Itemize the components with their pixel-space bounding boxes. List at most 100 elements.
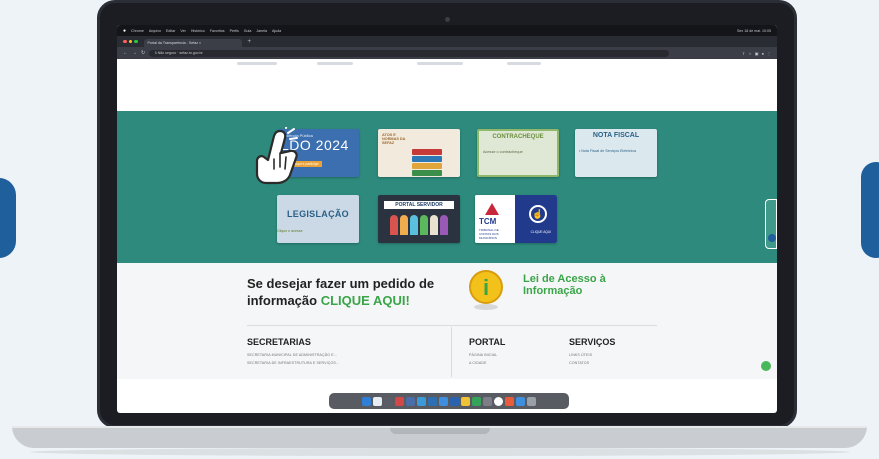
macos-dock — [329, 393, 569, 409]
tab-close-icon[interactable]: × — [199, 41, 201, 45]
toolbar-icons: ⇪ ☆ ▣ ● ⋮ — [742, 51, 771, 56]
menu-chrome[interactable]: Chrome — [131, 29, 144, 33]
information-section: Se desejar fazer um pedido de informação… — [117, 263, 777, 379]
servicos-link[interactable]: LINKS ÚTEIS — [569, 353, 592, 357]
menu-favoritos[interactable]: Favoritos — [210, 29, 225, 33]
close-window-icon[interactable] — [123, 39, 127, 44]
contracheque-title: CONTRACHEQUE — [492, 134, 544, 140]
menu-historico[interactable]: Histórico — [191, 29, 205, 33]
app-icon[interactable] — [516, 396, 525, 406]
menu-editar[interactable]: Editar — [166, 29, 175, 33]
nav-placeholder — [507, 62, 541, 65]
portal-link[interactable]: A CIDADE — [469, 361, 487, 365]
trash-icon[interactable] — [527, 396, 536, 406]
menu-ajuda[interactable]: Ajuda — [272, 29, 281, 33]
share-icon[interactable]: ⇪ — [742, 51, 745, 56]
menu-guia[interactable]: Guia — [244, 29, 252, 33]
macos-menubar: ● Chrome Arquivo Editar Ver Histórico Fa… — [117, 25, 777, 36]
nota-title: NOTA FISCAL — [592, 132, 640, 139]
nav-placeholder — [237, 62, 277, 65]
menu-ver[interactable]: Ver — [180, 29, 185, 33]
pointing-hand-icon — [255, 127, 298, 185]
secretarias-heading: SECRETARIAS — [247, 337, 311, 347]
address-bar[interactable]: ℹ Não seguro · sefaz.to.gov.br — [149, 49, 670, 57]
laptop-lid: ● Chrome Arquivo Editar Ver Histórico Fa… — [97, 0, 797, 428]
nav-placeholder — [417, 62, 463, 65]
menu-janela[interactable]: Janela — [256, 29, 267, 33]
nav-placeholder — [317, 62, 353, 65]
star-icon[interactable]: ☆ — [748, 51, 752, 56]
secretarias-link[interactable]: SECRETARIA MUNICIPAL DE ADMINISTRAÇÃO E.… — [247, 353, 337, 357]
launchpad-icon[interactable] — [373, 396, 382, 406]
app-icon[interactable] — [461, 396, 470, 406]
menu-arquivo[interactable]: Arquivo — [149, 29, 161, 33]
app-icon[interactable] — [483, 396, 492, 406]
books-label: ATOS E NORMAS DA SEFAZ — [382, 133, 406, 145]
chat-icon[interactable] — [761, 361, 771, 371]
app-icon[interactable] — [417, 396, 426, 406]
new-tab-icon[interactable]: + — [248, 39, 252, 45]
chrome-icon[interactable] — [494, 396, 503, 406]
divider — [247, 325, 657, 326]
maximize-window-icon[interactable] — [134, 39, 138, 44]
banner-portal-servidor[interactable]: PORTAL SERVIDOR — [378, 195, 460, 243]
touch-icon: ☝ — [529, 205, 547, 223]
lai-label[interactable]: Lei de Acesso à Informação — [523, 273, 613, 297]
apple-icon[interactable]: ● — [123, 28, 126, 34]
app-icon[interactable] — [428, 396, 437, 406]
portal-heading: PORTAL — [469, 337, 506, 347]
back-icon[interactable]: ← — [123, 50, 128, 56]
browser-toolbar: ← → ↻ ℹ Não seguro · sefaz.to.gov.br ⇪ ☆… — [117, 47, 777, 59]
profile-icon[interactable]: ● — [762, 51, 764, 56]
tcm-left-panel: TCM TRIBUNAL DE CONTAS DOS MUNICÍPIOS — [475, 195, 515, 243]
banner-section: Audiência Pública LDO 2024 Clique aqui e… — [117, 111, 777, 263]
portal-link[interactable]: PÁGINA INICIAL — [469, 353, 497, 357]
laptop-notch — [389, 428, 490, 434]
tcm-right-panel: ☝ CLIQUE AQUI — [515, 195, 557, 243]
secretarias-link[interactable]: SECRETARIA DE INFRAESTRUTURA E SERVIÇOS.… — [247, 361, 339, 365]
servicos-heading: SERVIÇOS — [569, 337, 616, 347]
tcm-cta: CLIQUE AQUI — [530, 230, 551, 234]
info-request-text[interactable]: Se desejar fazer um pedido de informação… — [247, 275, 467, 309]
browser-tab[interactable]: Portal da Transparência - Sefaz × — [143, 39, 242, 47]
banner-atos-normas[interactable]: ATOS E NORMAS DA SEFAZ — [378, 129, 460, 177]
extensions-icon[interactable]: ▣ — [755, 51, 759, 56]
tcm-logo-icon — [485, 203, 499, 215]
nota-subtitle: • Nota Fiscal de Serviços Eletrônica — [579, 149, 636, 153]
background-shape-left — [0, 178, 16, 258]
legislacao-title: LEGISLAÇÃO — [286, 209, 349, 219]
information-glyph: i — [483, 275, 489, 300]
app-icon[interactable] — [505, 396, 514, 406]
webcam — [445, 17, 450, 22]
banner-contracheque[interactable]: CONTRACHEQUE Acesse o contracheque — [477, 129, 559, 177]
banner-legislacao[interactable]: LEGISLAÇÃO Clique e acesse — [277, 195, 359, 243]
information-icon[interactable]: i — [467, 269, 505, 311]
accessibility-tab[interactable] — [765, 199, 777, 249]
minimize-window-icon[interactable] — [128, 39, 132, 44]
app-icon[interactable] — [439, 396, 448, 406]
app-icon[interactable] — [472, 396, 481, 406]
menu-perfis[interactable]: Perfis — [230, 29, 239, 33]
book-shape — [412, 156, 442, 162]
app-icon[interactable] — [395, 396, 404, 406]
forward-icon[interactable]: → — [132, 50, 137, 56]
banner-nota-fiscal[interactable]: NOTA FISCAL • Nota Fiscal de Serviços El… — [575, 129, 657, 177]
app-icon[interactable] — [450, 396, 459, 406]
window-controls — [123, 39, 138, 44]
laptop-base — [12, 426, 867, 448]
laptop-screen: ● Chrome Arquivo Editar Ver Histórico Fa… — [117, 25, 777, 413]
accessibility-icon — [768, 234, 776, 242]
info-cta-link[interactable]: CLIQUE AQUI! — [321, 293, 410, 308]
more-icon[interactable]: ⋮ — [767, 51, 771, 56]
contracheque-subtitle: Acesse o contracheque — [483, 150, 523, 154]
book-shape — [412, 170, 442, 176]
servicos-link[interactable]: CONTATOS — [569, 361, 589, 365]
book-shape — [412, 163, 442, 169]
finder-icon[interactable] — [362, 396, 371, 406]
app-icon[interactable] — [406, 396, 415, 406]
reload-icon[interactable]: ↻ — [141, 50, 145, 56]
browser-tabbar: Portal da Transparência - Sefaz × + — [117, 36, 777, 47]
menubar-clock[interactable]: Sex 18 de mai. 10:05 — [737, 29, 771, 33]
app-icon[interactable] — [384, 396, 393, 406]
banner-tcm[interactable]: TCM TRIBUNAL DE CONTAS DOS MUNICÍPIOS ☝ … — [475, 195, 557, 243]
